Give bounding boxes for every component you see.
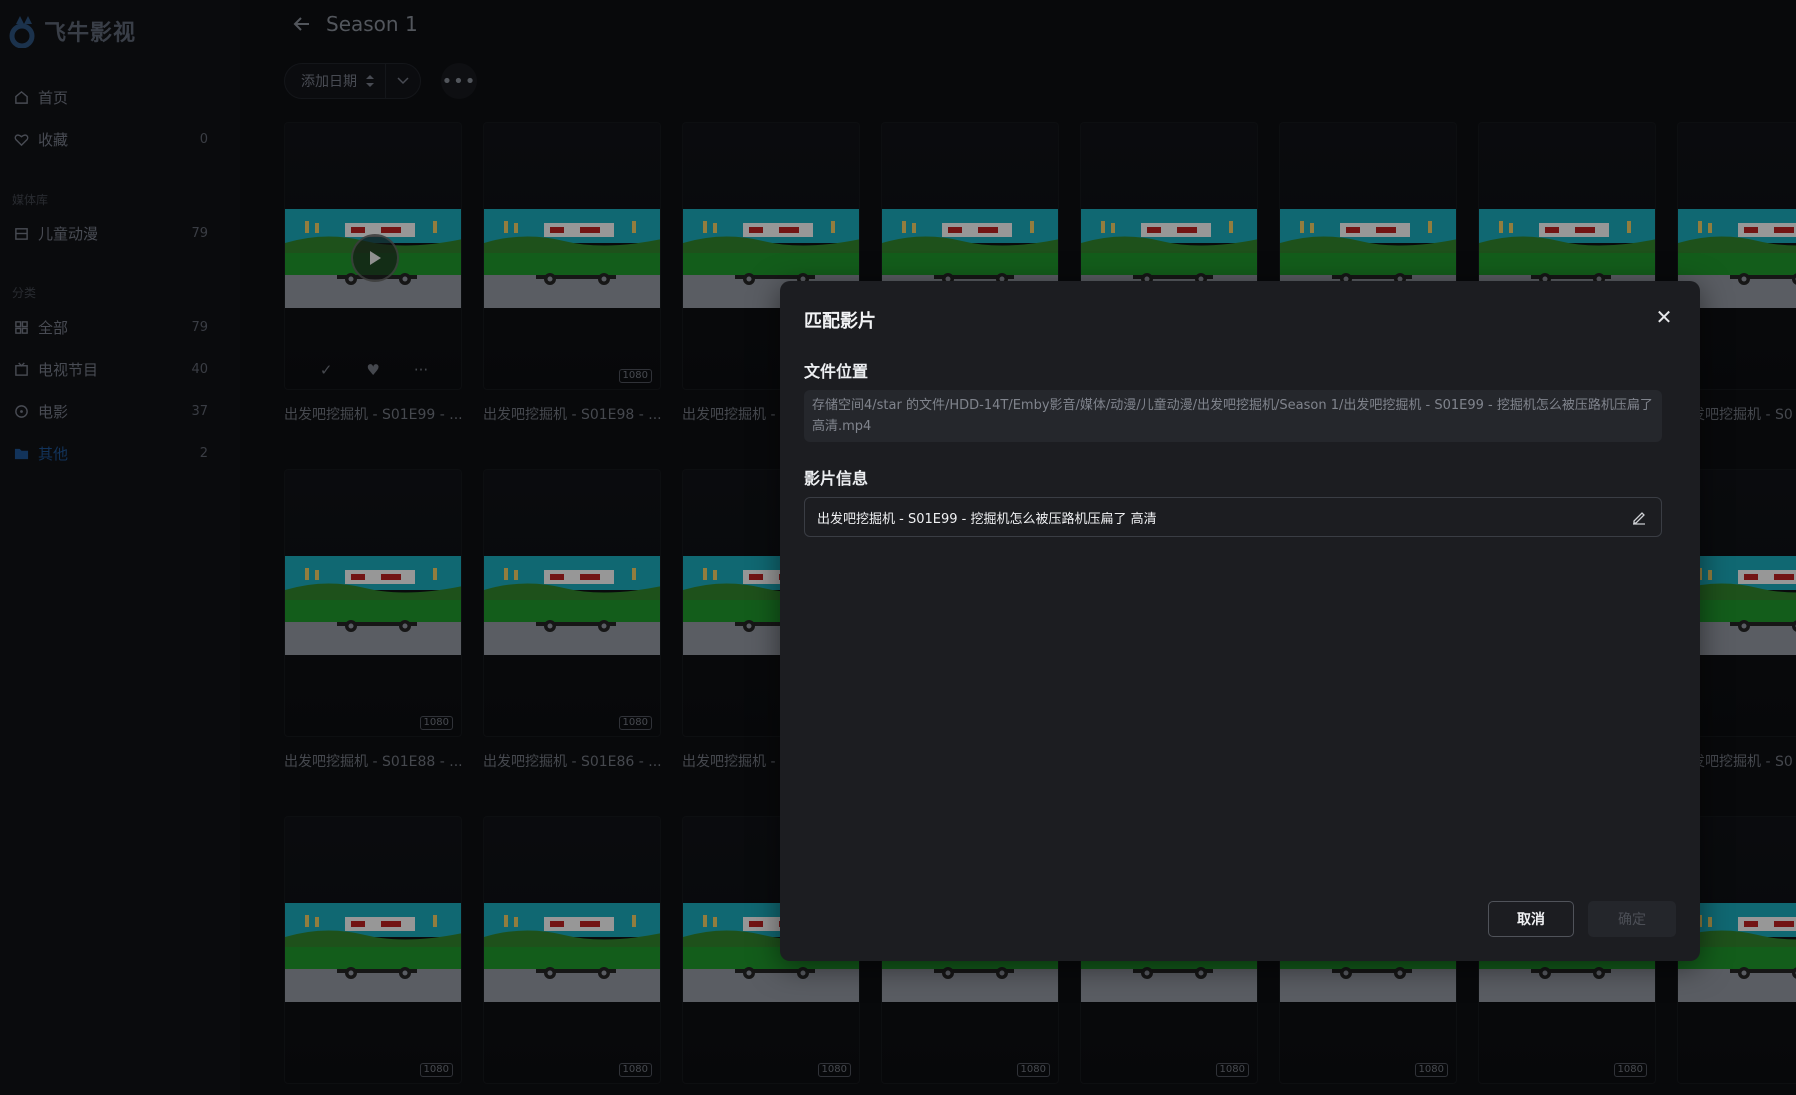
dialog-title: 匹配影片 <box>804 311 876 332</box>
match-movie-dialog: 匹配影片 ✕ 文件位置 存储空间4/star 的文件/HDD-14T/Emby影… <box>780 281 1700 961</box>
movie-info-label: 影片信息 <box>804 469 869 488</box>
close-icon[interactable]: ✕ <box>1654 307 1674 327</box>
app-root: 飞牛影视 首页 收藏 0 媒体库 儿童动漫 79 分类 全部 79 电视节目 4… <box>0 0 1796 1095</box>
file-path-display: 存储空间4/star 的文件/HDD-14T/Emby影音/媒体/动漫/儿童动漫… <box>804 390 1662 442</box>
edit-icon[interactable] <box>1631 509 1647 525</box>
movie-info-field[interactable]: 出发吧挖掘机 - S01E99 - 挖掘机怎么被压路机压扁了 高清 <box>804 497 1662 537</box>
file-location-label: 文件位置 <box>804 362 869 381</box>
movie-info-value: 出发吧挖掘机 - S01E99 - 挖掘机怎么被压路机压扁了 高清 <box>817 511 1157 527</box>
cancel-button[interactable]: 取消 <box>1488 901 1574 937</box>
confirm-button[interactable]: 确定 <box>1588 901 1676 937</box>
